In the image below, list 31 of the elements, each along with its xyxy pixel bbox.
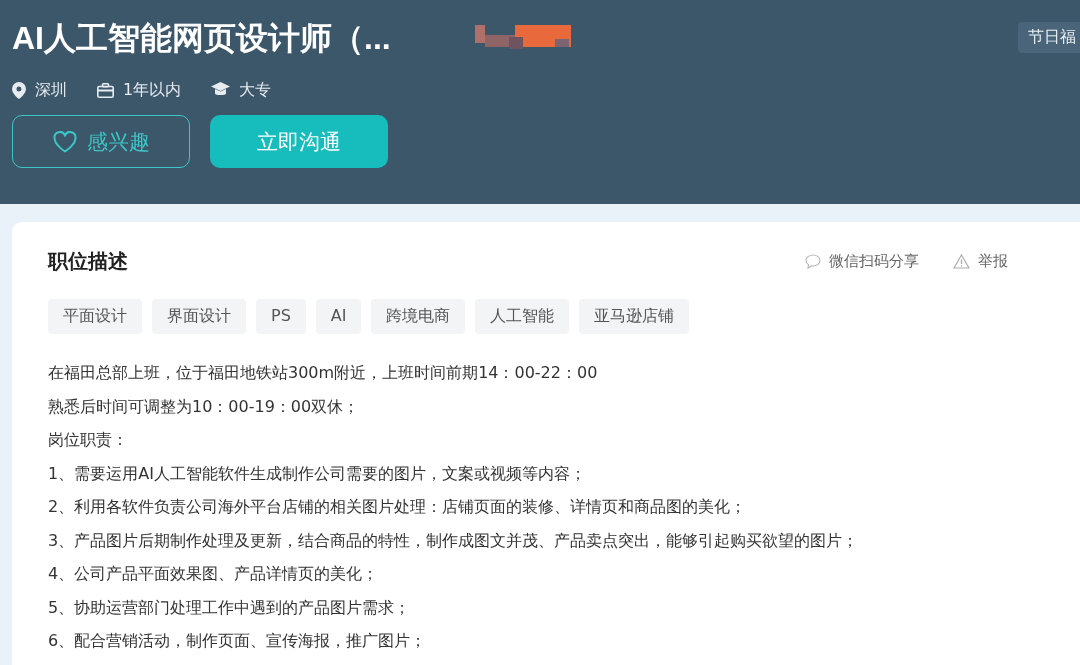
skill-tag: 界面设计: [152, 299, 246, 334]
job-meta-text: 大专: [239, 79, 272, 101]
skill-tag: 跨境电商: [371, 299, 466, 334]
briefcase-icon: [97, 82, 114, 98]
skill-tag: 人工智能: [475, 299, 570, 334]
location-pin-icon: [12, 81, 26, 99]
skill-tag: 亚马逊店铺: [579, 299, 690, 334]
warning-icon: [953, 254, 970, 269]
description-line: 岗位职责：: [48, 429, 129, 451]
description-line: 2、利用各软件负责公司海外平台店铺的相关图片处理：店铺页面的装修、详情页和商品图的美化；: [48, 496, 748, 518]
report-link[interactable]: 举报: [953, 252, 1008, 271]
skill-tag: 平面设计: [48, 299, 142, 334]
graduation-cap-icon: [211, 82, 231, 98]
job-meta-text: 1年以内: [123, 79, 182, 101]
job-title: AI人工智能网页设计师（...: [12, 19, 391, 58]
description-line: 5、协助运营部门处理工作中遇到的产品图片需求；: [48, 596, 412, 619]
description-line: 4、公司产品平面效果图、产品详情页的美化；: [48, 563, 380, 585]
benefit-tag: 节日福: [1018, 22, 1080, 53]
share-link[interactable]: 微信扫码分享: [805, 252, 919, 271]
description-line: 熟悉后时间可调整为10：00-19：00双休；: [48, 395, 361, 418]
skill-tag: PS: [256, 299, 306, 334]
description-line: 1、需要运用AI人工智能软件生成制作公司需要的图片，文案或视频等内容；: [48, 462, 587, 485]
chat-bubble-icon: [805, 254, 821, 269]
description-line: 在福田总部上班，位于福田地铁站300m附近，上班时间前期14：00-22：00: [48, 362, 599, 384]
description-line: 3、产品图片后期制作处理及更新，结合商品的特性，制作成图文并茂、产品卖点突出，能够引起购买欲望的图片；: [48, 529, 860, 552]
section-title: 职位描述: [48, 248, 128, 275]
job-meta-text: 深圳: [35, 79, 67, 101]
description-line: 6、配合营销活动，制作页面、宣传海报，推广图片；: [48, 630, 428, 652]
skill-tag: AI: [315, 299, 362, 334]
interest-button[interactable]: 感兴趣: [12, 115, 190, 168]
heart-icon: [52, 130, 77, 153]
